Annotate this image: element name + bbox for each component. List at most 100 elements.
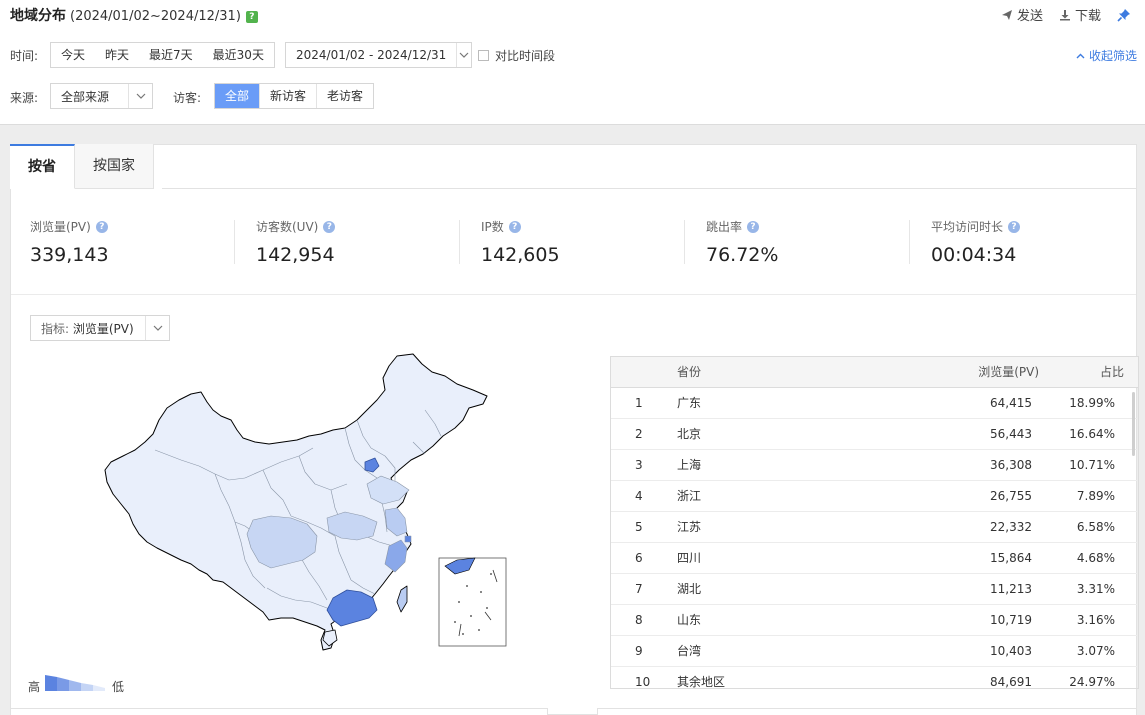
metric-divider [684,220,685,264]
help-icon[interactable]: ? [323,220,336,233]
row-percent: 24.97% [1069,675,1115,689]
row-percent: 3.16% [1076,613,1115,627]
indicator-select[interactable]: 指标: 浏览量(PV) [30,315,170,341]
table-row[interactable]: 7 湖北 11,213 3.31% [611,574,1138,605]
row-percent: 3.31% [1076,582,1115,596]
compare-label: 对比时间段 [495,49,556,63]
source-value: 全部来源 [61,89,110,104]
legend-low-label: 低 [112,680,125,694]
china-map[interactable] [95,350,515,660]
header-pv[interactable]: 浏览量(PV) [978,357,1039,387]
metric-avg-duration: 平均访问时长? 00:04:34 [931,218,1021,266]
row-pv: 10,403 [990,644,1032,658]
pin-icon [1117,8,1130,22]
page-title: 地域分布 (2024/01/02~2024/12/31)? [10,5,258,25]
visitor-button-group: 全部 新访客 老访客 [214,83,375,109]
collapse-label: 收起筛选 [1088,49,1137,63]
metric-uv: 访客数(UV)? 142,954 [256,218,336,266]
visitor-label: 访客: [173,91,202,105]
metric-label: IP数 [481,220,504,234]
download-button[interactable]: 下载 [1059,5,1101,24]
metric-divider [909,220,910,264]
visitor-returning-button[interactable]: 老访客 [317,84,373,108]
metric-divider [459,220,460,264]
row-percent: 4.68% [1076,551,1115,565]
map-taiwan[interactable] [396,585,408,613]
row-rank: 6 [635,551,643,565]
header-percent[interactable]: 占比 [1100,357,1124,387]
compare-period[interactable]: 对比时间段 [478,47,555,64]
row-percent: 18.99% [1069,396,1115,410]
row-percent: 10.71% [1069,458,1115,472]
tab-bar: 按省 按国家 [10,144,154,189]
collapse-filter-link[interactable]: 收起筛选 [1076,47,1137,64]
top-actions: 发送 下载 [1001,5,1131,24]
metric-bounce-rate: 跳出率? 76.72% [706,218,778,266]
legend-high-label: 高 [28,680,41,694]
next-card-right [597,708,1137,715]
help-icon[interactable]: ? [95,220,108,233]
row-province: 四川 [677,551,702,565]
table-row[interactable]: 2 北京 56,443 16.64% [611,419,1138,450]
metric-pv: 浏览量(PV)? 339,143 [30,218,109,266]
row-rank: 1 [635,396,643,410]
visitor-new-button[interactable]: 新访客 [260,84,318,108]
indicator-text: 指标: 浏览量(PV) [31,320,145,337]
province-table: 省份 浏览量(PV) 占比 1 广东 64,415 18.99% 2 北京 56,443 16… [610,356,1139,689]
table-row[interactable]: 4 浙江 26,755 7.89% [611,481,1138,512]
row-pv: 36,308 [990,458,1032,472]
pin-button[interactable] [1117,8,1131,22]
header-province[interactable]: 省份 [677,357,701,387]
row-province: 山东 [677,613,702,627]
download-label: 下载 [1074,9,1101,24]
table-row[interactable]: 6 四川 15,864 4.68% [611,543,1138,574]
row-province: 北京 [677,427,702,441]
row-rank: 9 [635,644,643,658]
table-body: 1 广东 64,415 18.99% 2 北京 56,443 16.64% 3 上海 36,308 1… [611,388,1138,689]
help-icon[interactable]: ? [1008,220,1021,233]
compare-checkbox[interactable] [478,50,489,61]
row-pv: 64,415 [990,396,1032,410]
help-icon[interactable]: ? [245,11,258,23]
row-pv: 22,332 [990,520,1032,534]
metric-label: 访客数(UV) [256,220,319,234]
row-province: 湖北 [677,582,702,596]
row-rank: 5 [635,520,643,534]
chevron-down-icon [145,316,169,340]
table-row[interactable]: 10 其余地区 84,691 24.97% [611,667,1138,689]
row-percent: 7.89% [1076,489,1115,503]
help-icon[interactable]: ? [508,220,521,233]
time-yesterday-button[interactable]: 昨天 [95,43,139,67]
map-south-sea-inset [438,557,507,647]
row-province: 江苏 [677,520,702,534]
table-row[interactable]: 5 江苏 22,332 6.58% [611,512,1138,543]
help-icon[interactable]: ? [747,220,760,233]
row-pv: 84,691 [990,675,1032,689]
visitor-all-button[interactable]: 全部 [215,84,261,108]
map-mainland[interactable] [104,353,488,651]
table-row[interactable]: 9 台湾 10,403 3.07% [611,636,1138,667]
table-row[interactable]: 1 广东 64,415 18.99% [611,388,1138,419]
table-row[interactable]: 3 上海 36,308 10.71% [611,450,1138,481]
metrics-divider [11,294,1136,295]
metric-label: 平均访问时长 [931,220,1004,234]
table-scrollbar[interactable] [1132,392,1135,456]
indicator-label: 指标: [41,321,70,336]
row-percent: 6.58% [1076,520,1115,534]
tab-by-country[interactable]: 按国家 [75,144,154,189]
tab-by-province[interactable]: 按省 [10,144,75,189]
table-row[interactable]: 8 山东 10,719 3.16% [611,605,1138,636]
row-province: 广东 [677,396,702,410]
row-percent: 3.07% [1076,644,1115,658]
map-shanghai[interactable] [404,535,412,543]
date-range-picker[interactable]: 2024/01/02 - 2024/12/31 [285,42,472,68]
source-select[interactable]: 全部来源 [50,83,153,109]
send-button[interactable]: 发送 [1001,5,1043,24]
send-icon [1001,9,1012,20]
time-7days-button[interactable]: 最近7天 [139,43,203,67]
download-icon [1059,9,1070,20]
row-rank: 7 [635,582,643,596]
metric-value: 142,605 [481,244,560,266]
time-30days-button[interactable]: 最近30天 [203,43,274,67]
time-today-button[interactable]: 今天 [51,43,95,67]
